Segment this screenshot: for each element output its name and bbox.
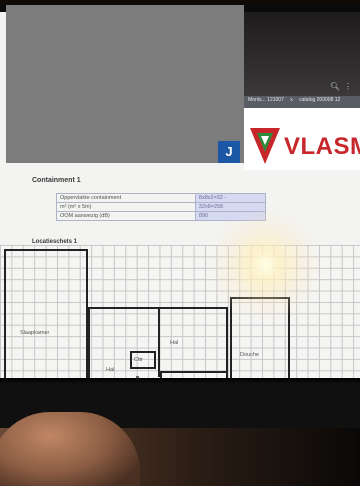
inner-wall	[158, 307, 160, 377]
section-title: Containment 1	[32, 177, 81, 184]
vlasma-v-logo-icon	[250, 128, 280, 164]
menu-icon[interactable]: ⋮	[344, 82, 356, 91]
room-wall-a	[4, 249, 88, 382]
logo-wordmark: VLASMA	[284, 133, 360, 160]
row-label: OOM aanwezig (dB)	[56, 211, 196, 221]
row-value[interactable]: 8x8x2=32 -	[194, 193, 267, 203]
tab-labels: Monts... 121007 x catalog 200008 12	[248, 97, 345, 103]
tab-close-icon[interactable]: x	[290, 97, 293, 103]
table-row: Oppervlakte containment 8x8x2=32 -	[56, 193, 267, 203]
row-label: m² (m² x 5m)	[56, 202, 196, 212]
room-label-c: Hal	[170, 340, 179, 346]
tab-1[interactable]: Monts... 121007	[248, 97, 284, 103]
tab-2[interactable]: catalog 200008 12	[299, 97, 340, 103]
box-label: Cttr	[134, 357, 143, 363]
header-logo-area: VLASMA	[244, 108, 360, 170]
room-label-a: Slaapkamer	[20, 330, 50, 336]
redaction-badge: J	[218, 141, 240, 163]
redacted-region	[6, 5, 244, 163]
search-icon[interactable]: 🔍︎	[330, 82, 344, 91]
browser-toolbar: 🔍︎⋮	[244, 12, 360, 96]
row-label: Oppervlakte containment	[56, 193, 196, 203]
light-glare	[205, 210, 325, 320]
room-label-d: Douche	[240, 352, 259, 358]
bezel-shadow	[0, 378, 360, 384]
photo: 🔍︎⋮ Monts... 121007 x catalog 200008 12 …	[0, 0, 360, 486]
browser-tabstrip: Monts... 121007 x catalog 200008 12	[244, 96, 360, 108]
room-label-b: Hal	[106, 367, 115, 373]
toolbar-icons: 🔍︎⋮	[330, 82, 356, 91]
